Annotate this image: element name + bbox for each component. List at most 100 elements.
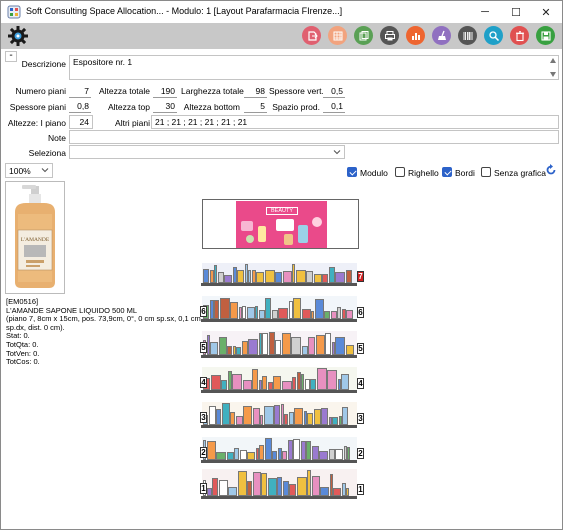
shelf-product[interactable] [291, 337, 301, 355]
shelf-product[interactable] [208, 406, 216, 425]
shelf-product[interactable] [295, 270, 306, 283]
shelf-product[interactable] [341, 483, 346, 496]
print-button[interactable] [380, 26, 399, 45]
shelf-product[interactable] [296, 477, 307, 496]
shelf-product[interactable] [341, 309, 346, 319]
shelf-product[interactable] [216, 409, 221, 425]
shelf-product[interactable] [219, 298, 230, 319]
shelf-product[interactable] [263, 406, 274, 425]
shelf-product[interactable] [261, 473, 267, 496]
copy-button[interactable] [354, 26, 373, 45]
shelf-product[interactable] [277, 477, 282, 496]
shelf-product[interactable] [265, 298, 271, 319]
shelf-product[interactable] [212, 478, 218, 496]
shelf-product[interactable] [328, 267, 335, 283]
shelf-product[interactable] [264, 270, 275, 283]
broom-button[interactable] [432, 26, 451, 45]
shelf-product[interactable] [306, 271, 313, 283]
altezza-bottom-input[interactable]: 5 [244, 100, 267, 113]
shelf-product[interactable] [234, 448, 239, 460]
shelf-product[interactable] [252, 408, 260, 425]
zoom-select[interactable]: 100% [5, 163, 53, 178]
shelf-product[interactable] [209, 300, 214, 319]
shelf-product[interactable] [217, 272, 224, 283]
shelf-product[interactable] [267, 478, 277, 496]
shelf-product[interactable] [293, 439, 300, 460]
shelf-product[interactable] [239, 450, 247, 460]
altezza-totale-input[interactable]: 190 [153, 85, 177, 98]
shelf-product[interactable] [232, 374, 242, 390]
maximize-button[interactable]: ☐ [499, 1, 533, 23]
shelf-product[interactable] [275, 272, 282, 283]
barcode-button[interactable] [458, 26, 477, 45]
seleziona-select[interactable] [69, 145, 345, 159]
shelf-product[interactable] [277, 448, 282, 460]
shelf-product[interactable] [301, 346, 308, 355]
larghezza-totale-input[interactable]: 98 [244, 85, 267, 98]
altezze-input[interactable]: 24 [69, 115, 93, 129]
shelf-product[interactable] [284, 414, 288, 425]
shelf-product[interactable] [273, 376, 281, 390]
altezza-top-input[interactable]: 30 [153, 100, 177, 113]
shelf-product[interactable] [281, 381, 292, 390]
shelf-product[interactable] [325, 333, 331, 355]
shelf-product[interactable] [346, 488, 349, 496]
shelf-product[interactable] [232, 267, 237, 283]
shelf-product[interactable] [294, 408, 303, 425]
shelf-product[interactable] [230, 302, 238, 319]
numero-piani-input[interactable]: 7 [69, 85, 91, 98]
shelf-product[interactable] [264, 438, 272, 460]
shelf-product[interactable] [247, 481, 252, 496]
shelf-product[interactable] [259, 445, 264, 460]
refresh-icon[interactable] [545, 164, 557, 176]
shelf-product[interactable] [271, 310, 278, 319]
shelf-product[interactable] [333, 488, 341, 496]
shelf-product[interactable] [258, 310, 265, 319]
shelf-product[interactable] [218, 480, 228, 496]
shelf-product[interactable] [246, 307, 255, 319]
shelf-product[interactable] [301, 309, 311, 319]
senza-grafica-checkbox[interactable] [481, 167, 491, 177]
shelf-product[interactable] [292, 377, 296, 390]
shelf-product[interactable] [237, 471, 247, 496]
shelf-product[interactable] [216, 452, 226, 460]
spessore-vert-input[interactable]: 0,5 [323, 85, 345, 98]
close-button[interactable]: ✕ [529, 1, 563, 23]
shelf-product[interactable] [322, 274, 328, 283]
shelf-product[interactable] [206, 441, 216, 460]
shelf-product[interactable] [335, 449, 343, 460]
shelf-product[interactable] [282, 481, 289, 496]
shelf-product[interactable] [221, 403, 230, 425]
shelf-module[interactable]: BEAUTY 7 6 6 5 5 4 4 3 3 2 2 1 1 [200, 197, 364, 519]
shelf-product[interactable] [307, 413, 313, 425]
shelf-product[interactable] [313, 274, 322, 283]
shelf-product[interactable] [324, 311, 330, 319]
shelf-product[interactable] [206, 488, 212, 496]
shelf-product[interactable] [304, 379, 310, 390]
shelf-product[interactable] [214, 300, 219, 319]
shelf-product[interactable] [300, 441, 306, 460]
shelf-product[interactable] [256, 272, 264, 283]
shelf-product[interactable] [293, 298, 301, 319]
shelf-product[interactable] [287, 440, 293, 460]
shelf-product[interactable] [227, 346, 232, 355]
shelf-product[interactable] [210, 375, 221, 390]
delete-button[interactable] [510, 26, 529, 45]
shelf-product[interactable] [242, 380, 252, 390]
shelf-product[interactable] [342, 407, 348, 425]
shelf-product[interactable] [332, 417, 338, 425]
shelf-product[interactable] [307, 470, 311, 496]
scroll-down-icon[interactable] [550, 72, 556, 77]
shelf-product[interactable] [221, 380, 227, 390]
shelf-product[interactable] [308, 337, 315, 355]
minimize-button[interactable]: ─ [468, 1, 502, 23]
shelf-product[interactable] [267, 382, 273, 390]
shelf-product[interactable] [320, 487, 329, 496]
shelf-product[interactable] [252, 369, 258, 390]
shelf-product[interactable] [226, 452, 234, 460]
bordi-checkbox[interactable] [442, 167, 452, 177]
chart-button[interactable] [406, 26, 425, 45]
shelf-product[interactable] [262, 376, 267, 390]
shelf-product[interactable] [306, 441, 311, 460]
modulo-checkbox[interactable] [347, 167, 357, 177]
